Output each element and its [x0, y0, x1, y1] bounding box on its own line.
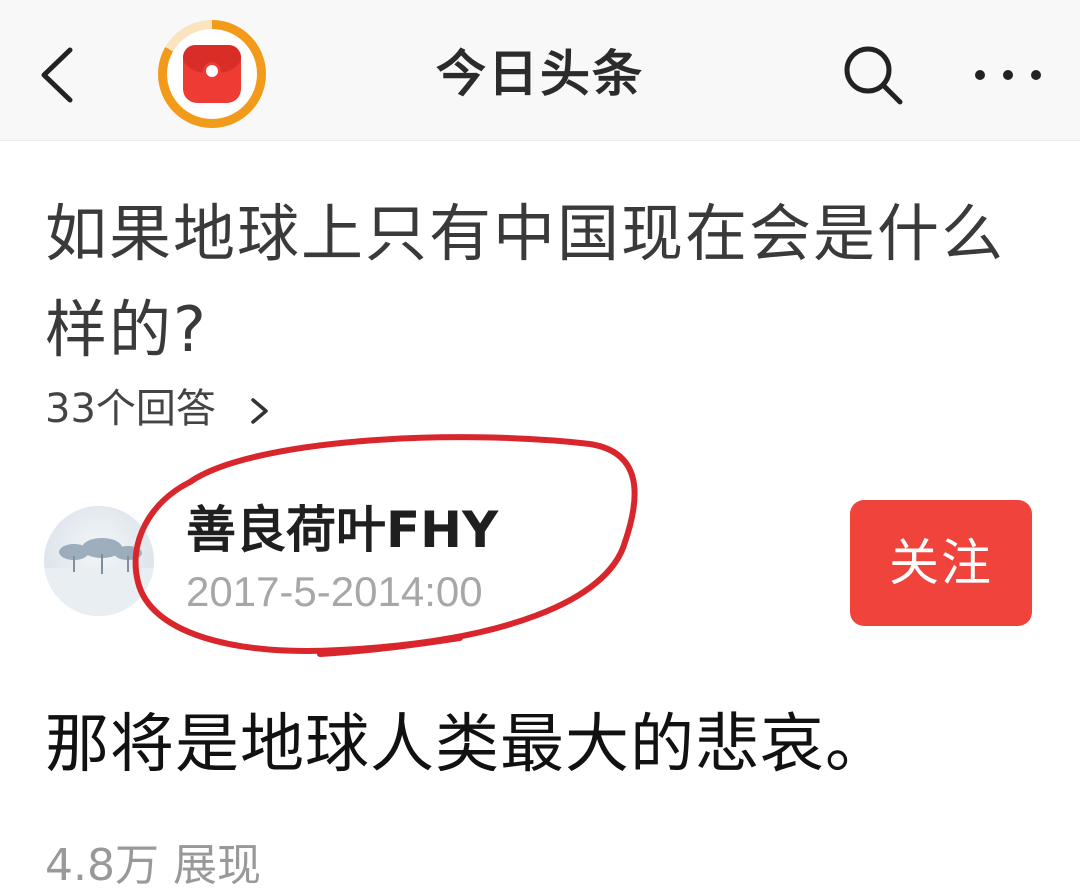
author-name[interactable]: 善良荷叶FHY [186, 500, 498, 560]
red-envelope-logo[interactable] [158, 20, 266, 128]
more-dots-icon [975, 70, 1041, 80]
answer-text[interactable]: 那将是地球人类最大的悲哀。 [45, 700, 890, 790]
more-button[interactable] [968, 50, 1048, 100]
answers-count-label: 33个回答 [45, 386, 216, 432]
chevron-left-icon [41, 47, 73, 103]
search-button[interactable] [838, 40, 908, 110]
post-time: 2017-5-2014:00 [186, 568, 483, 615]
avatar[interactable] [44, 506, 154, 616]
follow-button[interactable]: 关注 [850, 500, 1032, 626]
answers-count-link[interactable]: 33个回答 [45, 384, 273, 434]
question-title[interactable]: 如果地球上只有中国现在会是什么样的? [45, 186, 1035, 378]
view-count: 4.8万 展现 [45, 840, 261, 891]
search-icon [844, 46, 903, 105]
red-envelope-icon [183, 45, 241, 103]
app-title: 今日头条 [436, 45, 644, 103]
top-bar: 今日头条 [0, 0, 1080, 141]
back-button[interactable] [30, 40, 90, 110]
winter-trees-image [44, 538, 154, 616]
chevron-right-icon [250, 398, 268, 424]
